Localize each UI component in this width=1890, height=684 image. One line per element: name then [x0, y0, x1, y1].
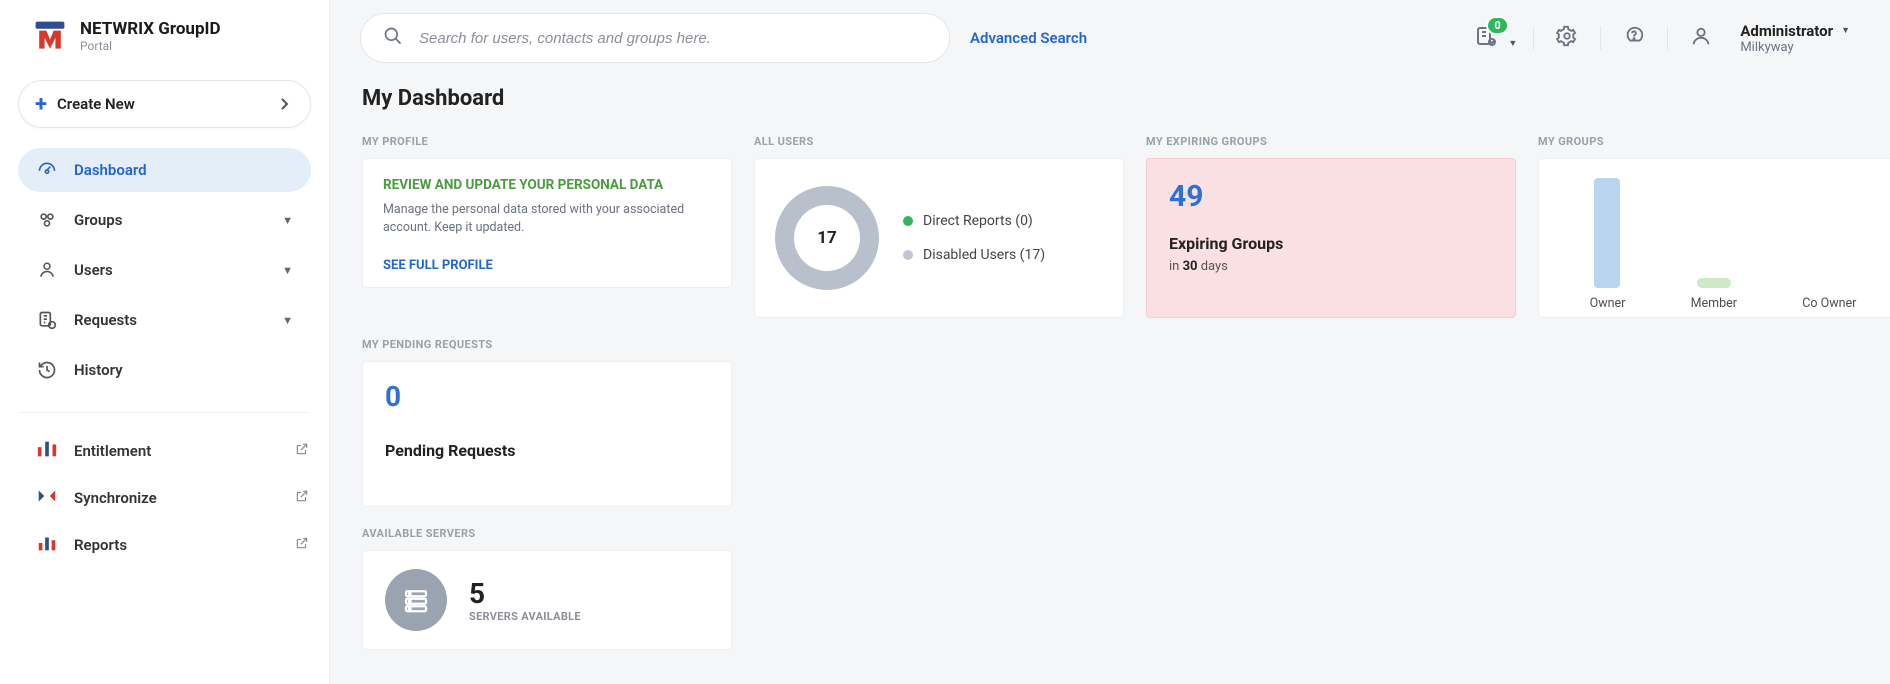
section-label-expiring: MY EXPIRING GROUPS: [1146, 135, 1516, 148]
settings-button[interactable]: [1556, 25, 1578, 51]
nav: Dashboard Groups ▼ Users: [0, 148, 329, 398]
expiring-subtext: in 30 days: [1169, 259, 1493, 274]
ext-label: Synchronize: [74, 489, 157, 507]
chevron-down-icon: ▼: [282, 314, 293, 327]
search-icon: [383, 26, 403, 50]
dot-icon: [903, 216, 913, 226]
chevron-down-icon: ▼: [1508, 39, 1517, 49]
nav-item-groups[interactable]: Groups ▼: [18, 198, 311, 242]
bar-label: Member: [1691, 296, 1737, 311]
cart-button[interactable]: 0 ▼: [1474, 24, 1511, 52]
bar-member: [1697, 278, 1731, 288]
nav-item-dashboard[interactable]: Dashboard: [18, 148, 311, 192]
nav-item-users[interactable]: Users ▼: [18, 248, 311, 292]
topbar: Advanced Search 0 ▼: [330, 0, 1890, 76]
users-donut-chart: 17: [775, 186, 879, 290]
chevron-down-icon: ▼: [282, 264, 293, 277]
external-link-icon: [295, 489, 309, 507]
ext-label: Reports: [74, 536, 127, 554]
sidebar: NETWRIX GroupID Portal + Create New Dash…: [0, 0, 330, 684]
profile-card: REVIEW AND UPDATE YOUR PERSONAL DATA Man…: [362, 158, 732, 288]
divider: [20, 412, 309, 413]
ext-item-synchronize[interactable]: Synchronize: [0, 475, 329, 521]
caret-right-icon: [280, 95, 290, 114]
section-label-all-users: ALL USERS: [754, 135, 1124, 148]
expiring-count: 49: [1169, 179, 1493, 214]
expiring-groups-card[interactable]: 49 Expiring Groups in 30 days: [1146, 158, 1516, 318]
users-total: 17: [817, 228, 837, 248]
ext-label: Entitlement: [74, 442, 151, 460]
requests-icon: [36, 310, 58, 330]
user-menu[interactable]: Administrator ▼ Milkyway: [1740, 22, 1850, 55]
nav-label: Groups: [74, 211, 122, 229]
groups-icon: [36, 210, 58, 230]
bar-label: Co Owner: [1802, 296, 1856, 311]
section-label-pending: MY PENDING REQUESTS: [362, 338, 732, 351]
gauge-icon: [36, 160, 58, 180]
profile-card-text: Manage the personal data stored with you…: [383, 201, 711, 236]
pending-requests-card[interactable]: 0 Pending Requests: [362, 361, 732, 507]
search-input[interactable]: [419, 30, 927, 47]
separator: [1533, 26, 1534, 50]
entitlement-icon: [36, 439, 58, 463]
user-org: Milkyway: [1740, 40, 1793, 55]
avatar-icon[interactable]: [1690, 25, 1712, 51]
page-title: My Dashboard: [362, 86, 1850, 111]
synchronize-icon: [36, 487, 58, 509]
plus-icon: +: [35, 92, 47, 117]
bar-label: Owner: [1590, 296, 1626, 311]
search-box[interactable]: [360, 13, 950, 63]
brand-logo-icon: [32, 18, 68, 54]
pending-title: Pending Requests: [385, 441, 709, 460]
external-link-icon: [295, 536, 309, 554]
advanced-search-link[interactable]: Advanced Search: [970, 29, 1087, 47]
nav-label: Requests: [74, 311, 137, 329]
servers-label: SERVERS AVAILABLE: [469, 610, 581, 623]
user-name: Administrator: [1740, 22, 1833, 40]
separator: [1600, 26, 1601, 50]
my-groups-card[interactable]: Owner Member Co Owner: [1538, 158, 1890, 318]
profile-card-title: REVIEW AND UPDATE YOUR PERSONAL DATA: [383, 177, 711, 193]
legend-direct-reports: Direct Reports (0): [903, 213, 1045, 229]
cart-badge: 0: [1486, 16, 1508, 35]
nav-label: Dashboard: [74, 161, 147, 179]
brand: NETWRIX GroupID Portal: [0, 18, 329, 72]
help-button[interactable]: [1623, 25, 1645, 51]
reports-icon: [36, 533, 58, 557]
pending-count: 0: [385, 380, 709, 413]
section-label-servers: AVAILABLE SERVERS: [362, 527, 732, 540]
all-users-card[interactable]: 17 Direct Reports (0) Disabled Users (17…: [754, 158, 1124, 318]
server-icon: [385, 569, 447, 631]
brand-title: NETWRIX GroupID: [80, 19, 221, 39]
bar-owner: [1594, 178, 1620, 288]
chevron-down-icon: ▼: [1841, 25, 1850, 36]
external-link-icon: [295, 442, 309, 460]
ext-item-reports[interactable]: Reports: [0, 521, 329, 569]
history-icon: [36, 360, 58, 380]
available-servers-card[interactable]: 5 SERVERS AVAILABLE: [362, 550, 732, 650]
ext-item-entitlement[interactable]: Entitlement: [0, 427, 329, 475]
create-new-label: Create New: [57, 95, 135, 113]
chevron-down-icon: ▼: [282, 214, 293, 227]
nav-item-requests[interactable]: Requests ▼: [18, 298, 311, 342]
servers-count: 5: [469, 577, 581, 610]
create-new-button[interactable]: + Create New: [18, 80, 311, 128]
nav-label: History: [74, 361, 123, 379]
section-label-mygroups: MY GROUPS: [1538, 135, 1890, 148]
expiring-title: Expiring Groups: [1169, 234, 1493, 253]
groups-bar-chart: Owner Member Co Owner: [1557, 167, 1889, 311]
brand-subtitle: Portal: [80, 39, 221, 53]
see-full-profile-link[interactable]: SEE FULL PROFILE: [383, 258, 711, 273]
legend-disabled-users: Disabled Users (17): [903, 247, 1045, 263]
separator: [1667, 26, 1668, 50]
user-icon: [36, 260, 58, 280]
nav-label: Users: [74, 261, 113, 279]
dot-icon: [903, 250, 913, 260]
section-label-profile: MY PROFILE: [362, 135, 732, 148]
nav-item-history[interactable]: History: [18, 348, 311, 392]
